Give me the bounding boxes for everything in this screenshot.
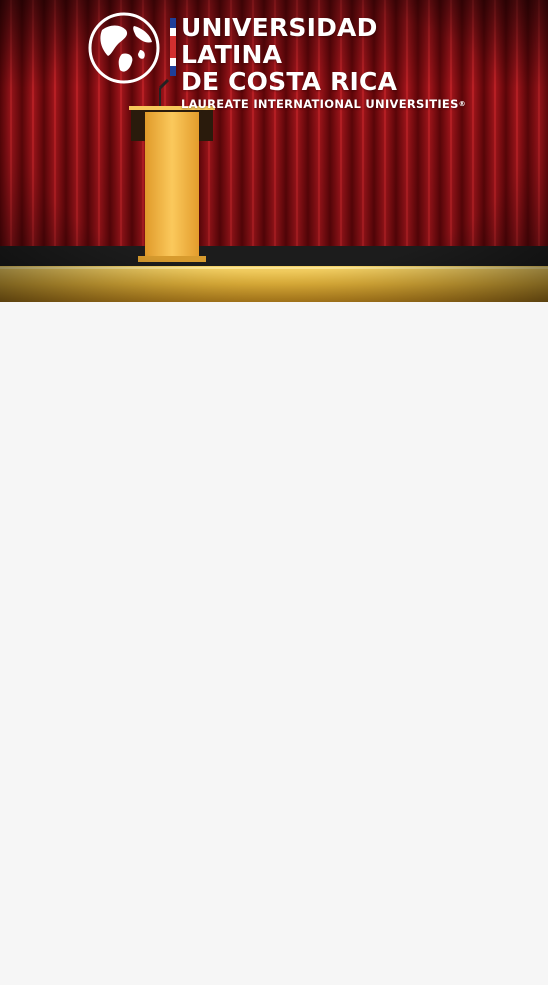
registered-mark: ® <box>458 100 466 108</box>
tagline-text: LAUREATE INTERNATIONAL UNIVERSITIES <box>181 97 459 111</box>
costa-rica-flag-icon <box>170 18 176 76</box>
university-tagline: LAUREATE INTERNATIONAL UNIVERSITIES® <box>181 96 466 112</box>
university-logo[interactable]: UNIVERSIDAD LATINA DE COSTA RICA LAUREAT… <box>86 10 466 111</box>
hero-banner: UNIVERSIDAD LATINA DE COSTA RICA LAUREAT… <box>0 0 548 302</box>
university-name: UNIVERSIDAD LATINA DE COSTA RICA LAUREAT… <box>181 14 466 112</box>
main-content-area <box>0 302 548 985</box>
globe-logo-icon <box>88 12 160 84</box>
university-name-line2: DE COSTA RICA <box>181 67 398 96</box>
university-name-line1: UNIVERSIDAD LATINA <box>181 13 378 69</box>
